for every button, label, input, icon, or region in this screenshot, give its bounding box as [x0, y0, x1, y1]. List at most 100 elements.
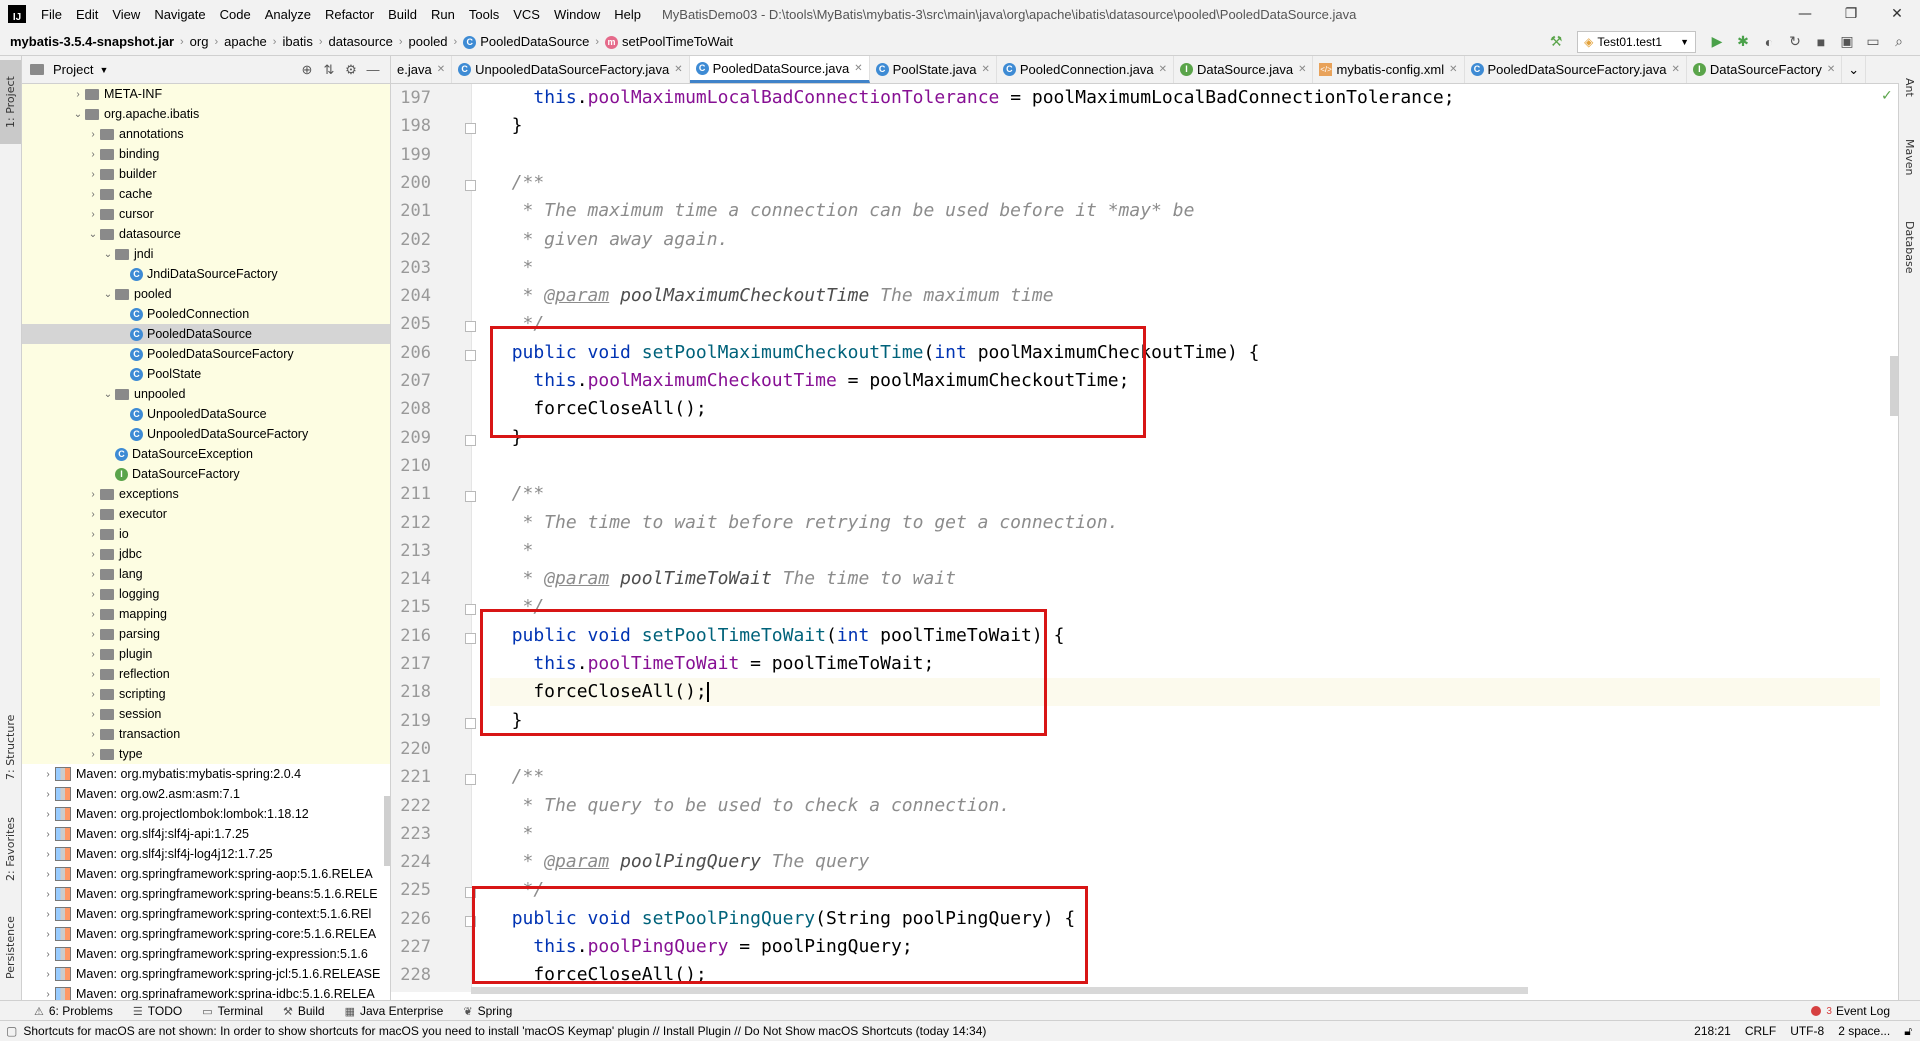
fold-marker-icon[interactable]: [465, 717, 476, 729]
chevron-down-icon[interactable]: ⌄: [101, 389, 115, 400]
event-log-button[interactable]: 3 Event Log: [1811, 1001, 1890, 1021]
stop-icon[interactable]: ■: [1810, 31, 1832, 53]
tree-item[interactable]: C PooledDataSourceFactory: [22, 344, 390, 364]
tree-item[interactable]: › Maven: org.springframework:spring-jcl:5…: [22, 964, 390, 984]
chevron-right-icon[interactable]: ›: [86, 169, 100, 180]
close-tab-icon[interactable]: ✕: [1671, 64, 1679, 75]
tree-item[interactable]: › Maven: org.springframework:spring-core:…: [22, 924, 390, 944]
menu-refactor[interactable]: Refactor: [318, 7, 381, 22]
editor-vertical-scrollbar[interactable]: [1890, 356, 1898, 416]
editor-tab[interactable]: C PooledDataSource.java ✕: [689, 56, 870, 83]
fold-marker-icon[interactable]: [465, 349, 476, 361]
tree-item[interactable]: ⌄ unpooled: [22, 384, 390, 404]
close-tab-icon[interactable]: ✕: [437, 64, 445, 75]
indent-setting[interactable]: 2 space...: [1838, 1024, 1890, 1038]
tree-item[interactable]: ⌄ org.apache.ibatis: [22, 104, 390, 124]
tree-item[interactable]: › session: [22, 704, 390, 724]
chevron-down-icon[interactable]: ⌄: [101, 289, 115, 300]
project-structure-icon[interactable]: ▣: [1836, 31, 1858, 53]
chevron-right-icon[interactable]: ›: [86, 509, 100, 520]
restore-icon[interactable]: ❐: [1828, 0, 1874, 28]
tree-item[interactable]: › lang: [22, 564, 390, 584]
tool-window-terminal[interactable]: ▭ Terminal: [192, 1004, 273, 1018]
editor-tab[interactable]: C PooledConnection.java ✕: [997, 56, 1174, 83]
tree-item[interactable]: ⌄ pooled: [22, 284, 390, 304]
tree-item[interactable]: › reflection: [22, 664, 390, 684]
menu-tools[interactable]: Tools: [462, 7, 506, 22]
chevron-right-icon[interactable]: ›: [86, 209, 100, 220]
chevron-right-icon[interactable]: ›: [41, 869, 55, 880]
gear-icon[interactable]: ⚙: [340, 62, 362, 78]
tree-scrollbar[interactable]: [384, 796, 390, 866]
fold-marker-icon[interactable]: [465, 774, 476, 786]
fold-marker-icon[interactable]: [465, 491, 476, 503]
run-configuration-select[interactable]: ◈ Test01.test1 ▼: [1577, 30, 1696, 53]
chevron-right-icon[interactable]: ›: [41, 929, 55, 940]
chevron-down-icon[interactable]: ⌄: [86, 229, 100, 240]
chevron-right-icon[interactable]: ›: [86, 689, 100, 700]
tabs-overflow-chevron-icon[interactable]: ⌄: [1842, 56, 1867, 83]
favorites-tool-tab[interactable]: 2: Favorites: [0, 808, 21, 890]
menu-run[interactable]: Run: [424, 7, 462, 22]
status-bar-toggle-icon[interactable]: ▢: [6, 1024, 17, 1038]
tree-item[interactable]: › META-INF: [22, 84, 390, 104]
inspection-ok-icon[interactable]: ✓: [1881, 88, 1893, 104]
ant-tool-tab[interactable]: Ant: [1899, 62, 1920, 112]
tool-window-spring[interactable]: ❦ Spring: [453, 1004, 522, 1018]
fold-marker-icon[interactable]: [465, 604, 476, 616]
project-tool-tab[interactable]: 1: Project: [0, 60, 21, 144]
editor-tab[interactable]: I DataSourceFactory ✕: [1687, 56, 1843, 83]
chevron-right-icon[interactable]: ›: [86, 529, 100, 540]
tree-item[interactable]: › Maven: org.mybatis:mybatis-spring:2.0.4: [22, 764, 390, 784]
tree-item[interactable]: › binding: [22, 144, 390, 164]
close-tab-icon[interactable]: ✕: [854, 63, 862, 74]
chevron-right-icon[interactable]: ›: [86, 149, 100, 160]
chevron-right-icon[interactable]: ›: [41, 809, 55, 820]
chevron-down-icon[interactable]: ▼: [99, 65, 108, 75]
close-tab-icon[interactable]: ✕: [1827, 64, 1835, 75]
chevron-down-icon[interactable]: ⌄: [71, 109, 85, 120]
breadcrumb-item[interactable]: pooled: [405, 34, 452, 49]
breadcrumb-item[interactable]: ibatis: [278, 34, 316, 49]
fold-marker-icon[interactable]: [465, 321, 476, 333]
tree-item[interactable]: ⌄ jndi: [22, 244, 390, 264]
tree-item[interactable]: › Maven: org.ow2.asm:asm:7.1: [22, 784, 390, 804]
tree-item[interactable]: › cursor: [22, 204, 390, 224]
profile-icon[interactable]: ↻: [1784, 31, 1806, 53]
close-tab-icon[interactable]: ✕: [1159, 64, 1167, 75]
chevron-right-icon[interactable]: ›: [86, 609, 100, 620]
search-icon[interactable]: ⌕: [1888, 31, 1910, 53]
hammer-build-icon[interactable]: ⚒: [1545, 31, 1567, 53]
chevron-down-icon[interactable]: ⌄: [101, 249, 115, 260]
chevron-right-icon[interactable]: ›: [86, 549, 100, 560]
coverage-icon[interactable]: ◐: [1758, 31, 1780, 53]
tree-item[interactable]: › logging: [22, 584, 390, 604]
menu-view[interactable]: View: [105, 7, 147, 22]
tree-item[interactable]: I DataSourceFactory: [22, 464, 390, 484]
breadcrumb-item[interactable]: datasource: [325, 34, 397, 49]
tree-item[interactable]: › plugin: [22, 644, 390, 664]
chevron-right-icon[interactable]: ›: [71, 89, 85, 100]
tree-item[interactable]: C JndiDataSourceFactory: [22, 264, 390, 284]
editor-horizontal-scrollbar[interactable]: [471, 987, 1528, 994]
menu-build[interactable]: Build: [381, 7, 424, 22]
tree-item[interactable]: C DataSourceException: [22, 444, 390, 464]
tree-item[interactable]: › Maven: org.springframework:spring-expre…: [22, 944, 390, 964]
tree-item[interactable]: › annotations: [22, 124, 390, 144]
project-panel-title[interactable]: Project: [53, 62, 93, 77]
chevron-right-icon[interactable]: ›: [86, 669, 100, 680]
tree-item[interactable]: › type: [22, 744, 390, 764]
chevron-right-icon[interactable]: ›: [86, 749, 100, 760]
chevron-right-icon[interactable]: ›: [41, 829, 55, 840]
breadcrumb-item[interactable]: org: [186, 34, 213, 49]
breadcrumb-item[interactable]: C PooledDataSource: [459, 34, 593, 50]
menu-help[interactable]: Help: [607, 7, 648, 22]
tree-item[interactable]: › parsing: [22, 624, 390, 644]
tree-item[interactable]: C PoolState: [22, 364, 390, 384]
tree-item[interactable]: › io: [22, 524, 390, 544]
tree-item[interactable]: C UnpooledDataSourceFactory: [22, 424, 390, 444]
run-icon[interactable]: ▶: [1706, 31, 1728, 53]
tree-item[interactable]: › Maven: org.projectlombok:lombok:1.18.12: [22, 804, 390, 824]
file-encoding[interactable]: UTF-8: [1790, 1024, 1824, 1038]
status-message[interactable]: Shortcuts for macOS are not shown: In or…: [23, 1024, 986, 1038]
